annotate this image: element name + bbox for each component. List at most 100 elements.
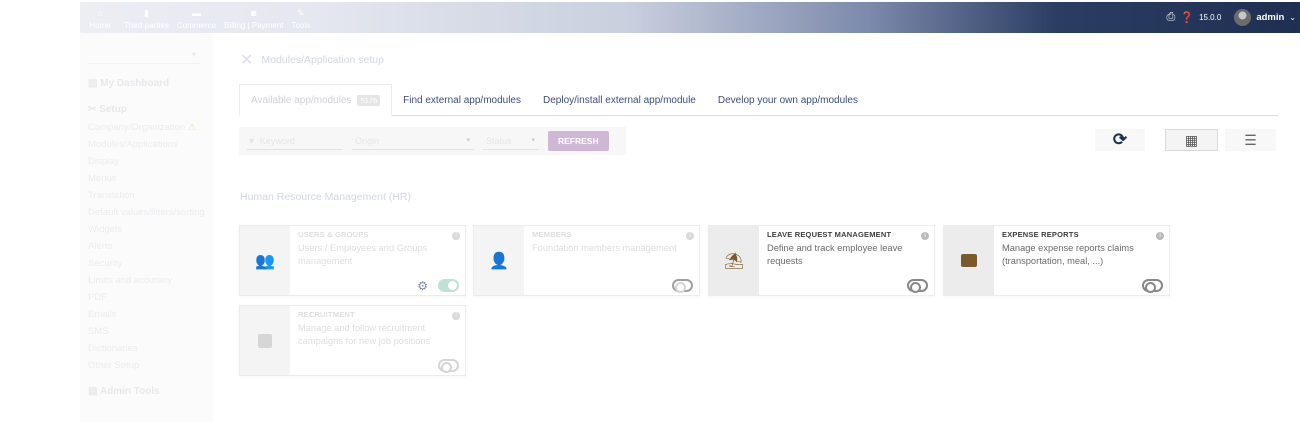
card-description: Foundation members management: [532, 243, 677, 253]
keyword-input[interactable]: Keyword: [260, 136, 295, 146]
module-toggle[interactable]: [438, 359, 459, 373]
info-icon[interactable]: i: [921, 232, 929, 240]
sidebar-item-pdf[interactable]: PDF: [88, 289, 213, 306]
card-title: USERS & GROUPS: [298, 230, 369, 239]
sidebar-dashboard[interactable]: ▥ My Dashboard: [88, 78, 213, 89]
sidebar-item-menus[interactable]: Menus: [88, 170, 213, 187]
tab-available-modules[interactable]: Available app/modules 5176: [239, 84, 393, 116]
select-value: Status: [486, 135, 512, 146]
building-icon: ▮: [143, 8, 149, 18]
topnav-billing-payment[interactable]: ◙ Billing | Payment: [220, 2, 287, 33]
card-description: Manage expense reports claims (transport…: [1002, 243, 1134, 266]
module-toggle[interactable]: [907, 279, 928, 293]
top-menu-bar: ⌂ Home ▮ Third-parties ▬ Commerce ◙ Bill…: [80, 2, 1300, 33]
sidebar-item-limits[interactable]: Limits and accuracy: [88, 272, 213, 289]
keyword-filter[interactable]: ▼ Keyword: [247, 132, 343, 150]
section-title: Human Resource Management (HR): [240, 191, 411, 203]
gear-icon[interactable]: ⚙: [417, 279, 428, 293]
sidebar-label: Setup: [99, 104, 127, 115]
sidebar-item-other-setup[interactable]: Other Setup: [88, 357, 213, 374]
module-card-expense-reports[interactable]: EXPENSE REPORTS Manage expense reports c…: [943, 225, 1170, 296]
sidebar-item-dictionaries[interactable]: Dictionaries: [88, 340, 213, 357]
tab-label: Find external app/modules: [403, 94, 521, 106]
sidebar-item-company[interactable]: Company/Organization ⚠: [88, 119, 213, 136]
page-title-text: Modules/Application setup: [261, 54, 384, 66]
tools-icon: ✂: [88, 104, 100, 115]
sidebar-item-display[interactable]: Display: [88, 153, 213, 170]
card-description: Manage and follow recruitment campaigns …: [298, 323, 431, 346]
avatar[interactable]: [1234, 9, 1252, 26]
sidebar-item-modules[interactable]: Modules/Applications: [88, 136, 213, 153]
info-icon[interactable]: i: [452, 232, 460, 240]
info-icon[interactable]: i: [452, 312, 460, 320]
users-icon: 👥: [255, 252, 275, 270]
sidebar-item-alerts[interactable]: Alerts: [88, 238, 213, 255]
top-nav: ⌂ Home ▮ Third-parties ▬ Commerce ◙ Bill…: [80, 2, 314, 33]
sidebar-setup[interactable]: ✂ Setup: [88, 104, 213, 115]
card-title: LEAVE REQUEST MANAGEMENT: [767, 230, 892, 239]
module-toggle[interactable]: [672, 279, 693, 293]
topnav-home[interactable]: ⌂ Home: [80, 2, 120, 33]
printer-icon[interactable]: ⎙: [1167, 11, 1176, 24]
tab-find-external[interactable]: Find external app/modules: [392, 84, 532, 116]
topnav-label: Tools: [291, 21, 311, 30]
filter-icon: ▼: [247, 135, 256, 146]
topnav-label: Home: [89, 21, 111, 30]
module-card-recruitment[interactable]: RECRUITMENT Manage and follow recruitmen…: [239, 305, 466, 376]
select-value: Origin: [355, 135, 380, 146]
card-title: EXPENSE REPORTS: [1002, 230, 1079, 239]
admin-tools-icon: ▤: [88, 386, 100, 397]
coins-icon: ◙: [251, 8, 257, 18]
sidebar-item-sms[interactable]: SMS: [88, 323, 213, 340]
wrench-icon: ✎: [297, 8, 305, 18]
sidebar-label: Admin Tools: [99, 386, 160, 397]
member-icon: 👤: [489, 252, 509, 270]
chevron-down-icon[interactable]: ⌄: [1289, 13, 1296, 22]
left-sidebar: ▥ My Dashboard ✂ Setup Company/Organizat…: [80, 33, 213, 422]
sidebar-item-emails[interactable]: Emails: [88, 306, 213, 323]
topnav-commerce[interactable]: ▬ Commerce: [173, 2, 220, 33]
user-menu[interactable]: admin: [1256, 12, 1284, 23]
page-title: ✕ Modules/Application setup: [240, 50, 384, 70]
refresh-button[interactable]: REFRESH: [548, 131, 609, 151]
status-select[interactable]: Status: [483, 132, 539, 150]
sidebar-admin-tools[interactable]: ▤ Admin Tools: [88, 386, 213, 397]
dashboard-icon: ▥: [88, 78, 101, 89]
module-card-leave-request[interactable]: ⛱ LEAVE REQUEST MANAGEMENT Define and tr…: [708, 225, 935, 296]
sidebar-select[interactable]: [88, 48, 200, 64]
beach-umbrella-icon: ⛱: [723, 252, 745, 270]
version-label: 15.0.0: [1199, 13, 1222, 22]
module-card-members[interactable]: 👤 MEMBERS Foundation members management …: [473, 225, 700, 296]
card-description: Users / Employees and Groups management: [298, 243, 428, 266]
info-icon[interactable]: i: [686, 232, 694, 240]
grid-view-icon: ▦: [1184, 131, 1199, 148]
tab-develop-own[interactable]: Develop your own app/modules: [707, 84, 869, 116]
card-title: MEMBERS: [532, 230, 572, 239]
refresh-icon: ⟳: [1112, 130, 1128, 149]
card-icon-area: ⛱: [709, 226, 759, 295]
card-icon-area: 👤: [474, 226, 524, 295]
topnav-third-parties[interactable]: ▮ Third-parties: [120, 2, 173, 33]
card-icon-area: [944, 226, 994, 295]
topnav-label: Billing | Payment: [224, 21, 284, 30]
sidebar-item-translation[interactable]: Translation: [88, 187, 213, 204]
sidebar-item-security[interactable]: Security: [88, 255, 213, 272]
topnav-label: Third-parties: [124, 21, 169, 30]
tab-label: Develop your own app/modules: [717, 94, 858, 106]
list-view-button[interactable]: ☰: [1225, 129, 1276, 151]
info-icon[interactable]: i: [1156, 232, 1164, 240]
briefcase-icon: ▬: [191, 8, 201, 18]
module-card-users-groups[interactable]: 👥 USERS & GROUPS Users / Employees and G…: [239, 225, 466, 296]
wallet-icon: [961, 254, 977, 267]
module-toggle[interactable]: [1142, 279, 1163, 293]
help-icon[interactable]: ❓: [1180, 11, 1194, 24]
sidebar-item-default-values[interactable]: Default values/filters/sorting: [88, 204, 213, 221]
module-toggle[interactable]: [438, 279, 459, 292]
tab-label: Available app/modules: [251, 94, 352, 106]
reload-button[interactable]: ⟳: [1095, 129, 1145, 151]
kanban-view-button[interactable]: ▦: [1165, 129, 1218, 151]
sidebar-item-widgets[interactable]: Widgets: [88, 221, 213, 238]
tab-deploy-install[interactable]: Deploy/install external app/module: [532, 84, 707, 116]
origin-select[interactable]: Origin: [352, 132, 474, 150]
topnav-tools[interactable]: ✎ Tools: [287, 2, 314, 33]
